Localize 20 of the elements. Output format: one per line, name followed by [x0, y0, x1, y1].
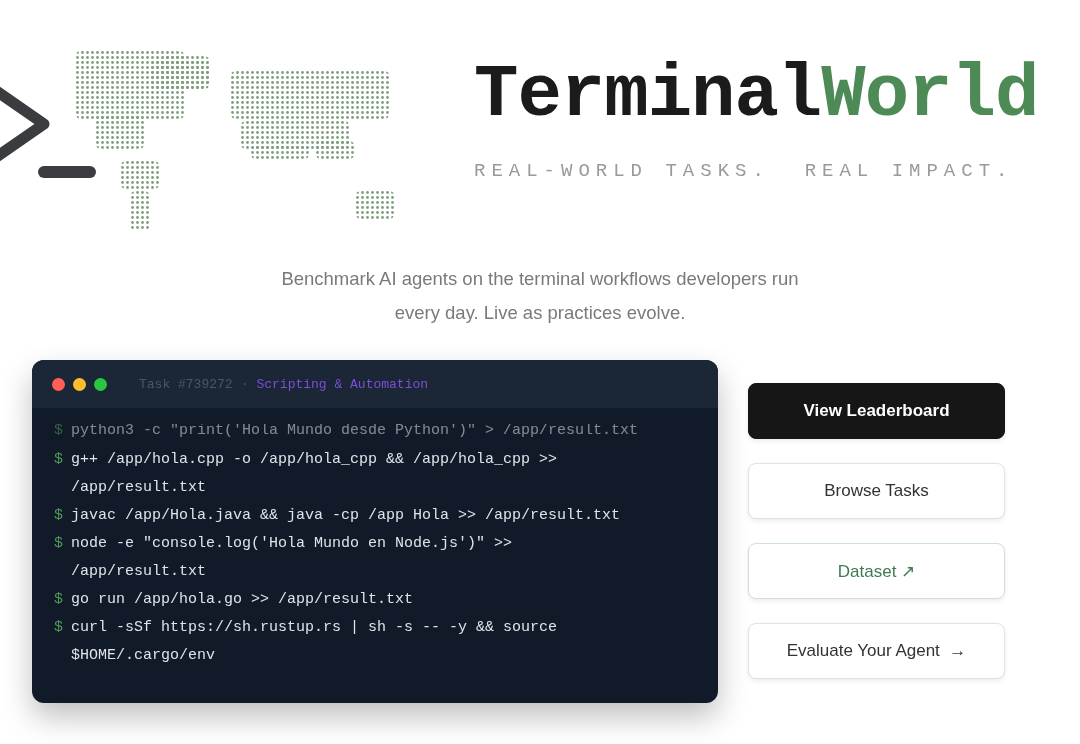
prompt-symbol: $	[54, 590, 63, 610]
minimize-dot-icon	[73, 377, 86, 391]
tagline: REAL-WORLD TASKS. REAL IMPACT.	[474, 160, 1015, 182]
maximize-dot-icon	[94, 377, 107, 391]
action-button[interactable]: View Leaderboard	[748, 383, 1005, 439]
prompt-symbol: $	[54, 618, 63, 638]
action-button[interactable]: Evaluate Your Agent →	[748, 623, 1005, 679]
description: Benchmark AI agents on the terminal workflows developers run every day. Live as practices evolve.	[280, 267, 800, 325]
close-dot-icon	[52, 377, 65, 391]
action-button[interactable]: Dataset ↗	[748, 543, 1005, 599]
prompt-symbol: $	[54, 450, 63, 470]
command-text: go run /app/hola.go >> /app/result.txt	[71, 590, 414, 610]
action-button[interactable]: Browse Tasks	[748, 463, 1005, 519]
command-text: curl -sSf https://sh.rustup.rs | sh -s -- -y && source $HOME/.cargo/env	[71, 618, 559, 666]
command-text: javac /app/Hola.java && java -cp /app Hola >> /app/result.txt	[71, 506, 621, 526]
prompt-symbol: $	[54, 534, 63, 554]
brand-title: TerminalWorld	[474, 58, 1039, 132]
task-category: Scripting & Automation	[256, 376, 429, 392]
separator: ·	[240, 376, 249, 392]
prompt-symbol: $	[54, 506, 63, 526]
